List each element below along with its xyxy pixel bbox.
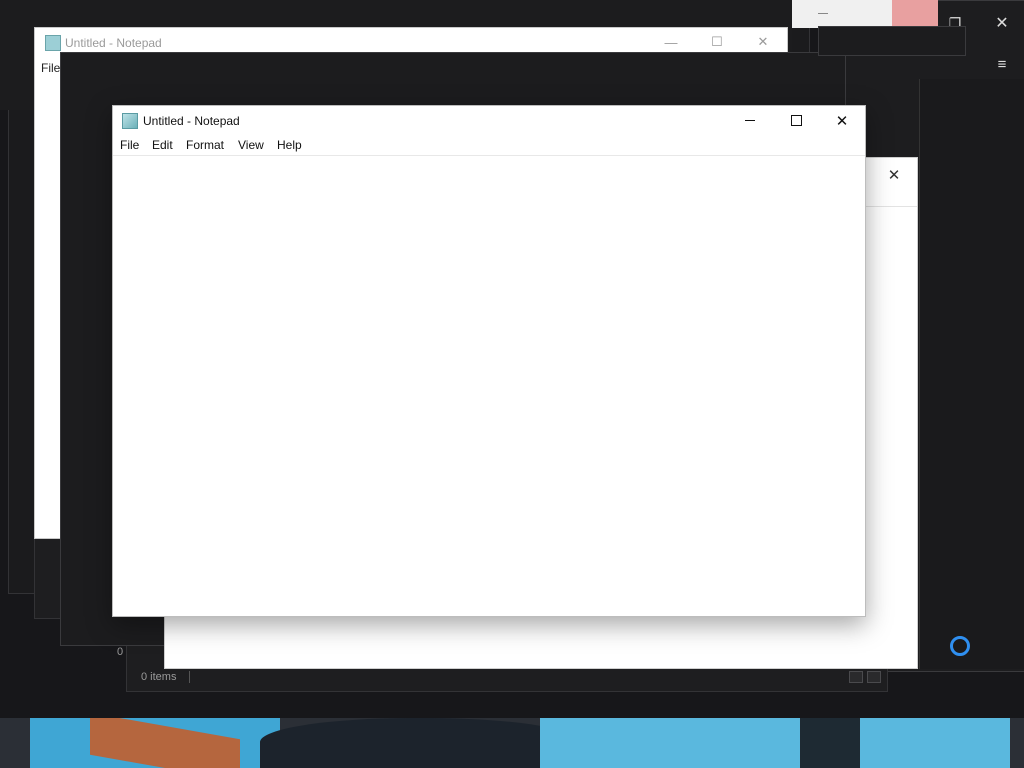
notepad-icon <box>45 35 61 51</box>
notepad-window[interactable]: Untitled - Notepad ✕ File Edit Format Vi… <box>112 105 866 617</box>
cortana-ring-icon[interactable] <box>950 636 970 656</box>
text-editor-area[interactable] <box>113 156 865 616</box>
window-title: Untitled - Notepad <box>65 36 162 50</box>
minimize-button[interactable] <box>727 106 773 135</box>
status-divider <box>189 671 190 683</box>
minimize-button[interactable]: — <box>651 32 691 52</box>
menu-icon[interactable]: ≡ <box>991 55 1013 73</box>
menu-file[interactable]: File <box>41 61 60 75</box>
desktop-wallpaper <box>0 718 1024 768</box>
close-button[interactable]: ✕ <box>743 32 783 52</box>
menu-file[interactable]: File <box>120 138 139 152</box>
notepad-icon <box>122 113 138 129</box>
maximize-button[interactable]: ☐ <box>697 32 737 52</box>
maximize-icon <box>790 115 802 126</box>
window-title: Untitled - Notepad <box>143 114 240 128</box>
menu-edit[interactable]: Edit <box>152 138 173 152</box>
inner-panel <box>919 79 1024 669</box>
close-icon[interactable]: ✕ <box>991 13 1013 35</box>
status-item-count: 0 items <box>141 671 177 683</box>
details-view-icon[interactable] <box>867 671 881 683</box>
menu-help[interactable]: Help <box>277 138 302 152</box>
title-bar[interactable]: Untitled - Notepad ✕ <box>113 106 865 135</box>
close-icon: ✕ <box>835 112 849 130</box>
maximize-button[interactable] <box>773 106 819 135</box>
menu-format[interactable]: Format <box>186 138 224 152</box>
minimize-icon <box>745 120 755 121</box>
menu-view[interactable]: View <box>238 138 264 152</box>
close-button[interactable]: ✕ <box>819 106 865 135</box>
menu-bar: File Edit Format View Help <box>113 135 865 156</box>
background-window-6 <box>818 26 966 56</box>
background-window-titlebar <box>792 0 938 28</box>
tiles-view-icon[interactable] <box>849 671 863 683</box>
close-icon[interactable]: ✕ <box>879 164 909 186</box>
status-item-count-back: 0 <box>117 646 124 658</box>
